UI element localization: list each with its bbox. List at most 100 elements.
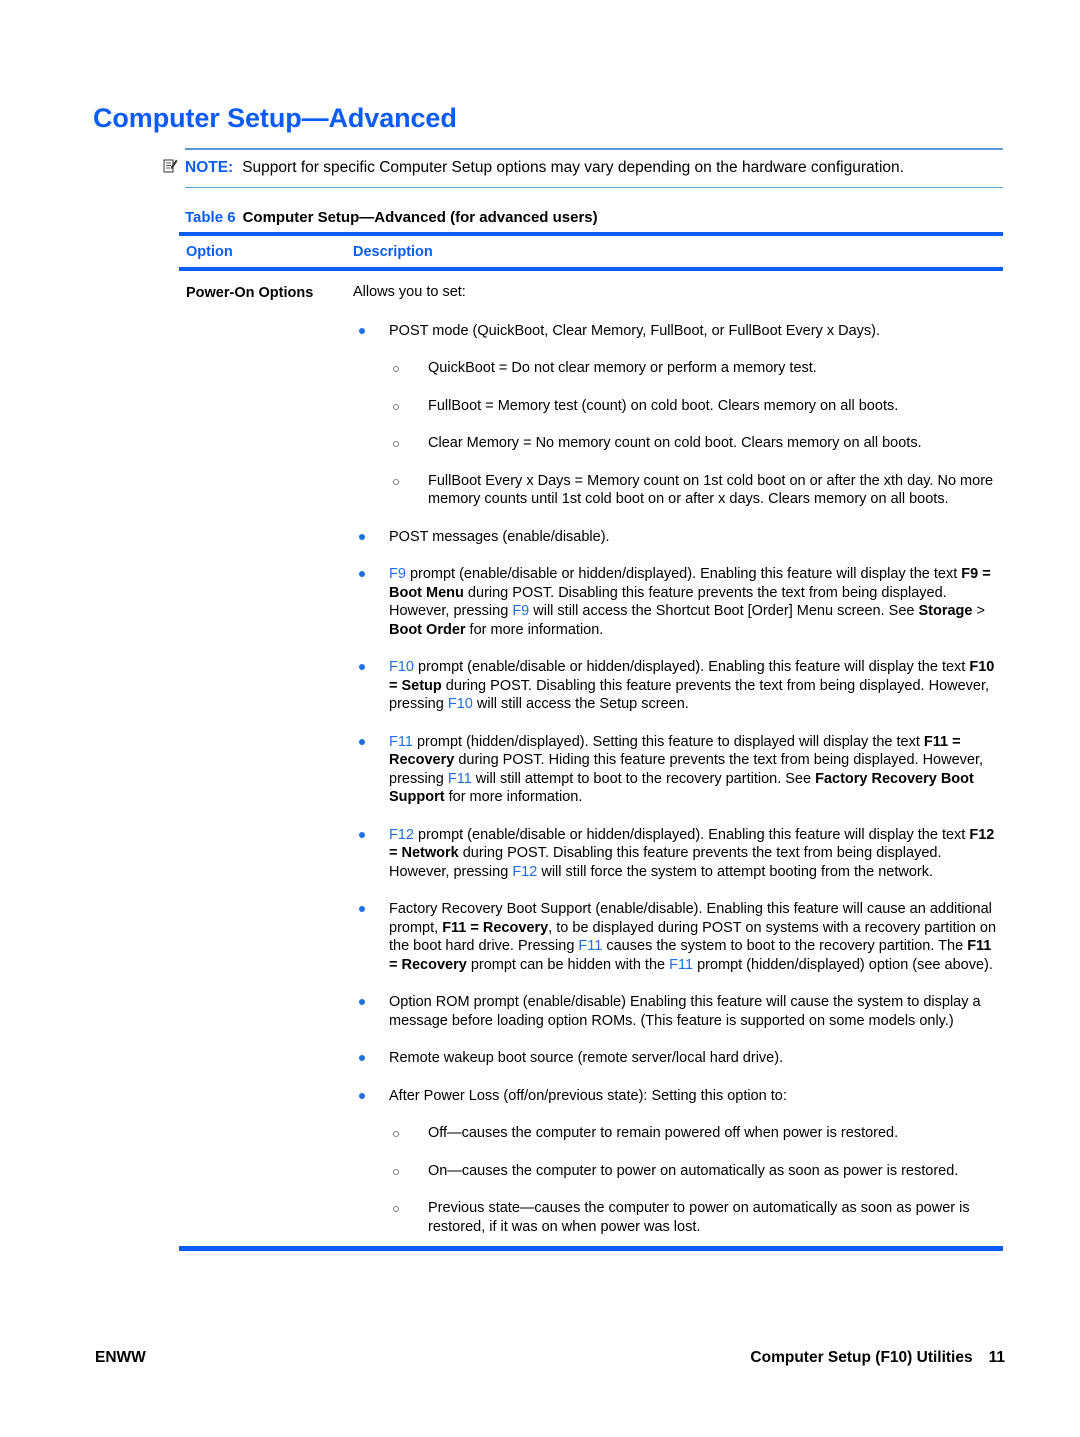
page-title: Computer Setup—Advanced	[93, 103, 457, 133]
bullet-item-f10-prompt: F10 prompt (enable/disable or hidden/dis…	[353, 658, 1003, 714]
bullet-item-factory-recovery-boot-support: Factory Recovery Boot Support (enable/di…	[353, 900, 1003, 974]
cross-reference-link[interactable]: F9	[389, 566, 406, 582]
bullet-disc-icon	[359, 831, 365, 838]
bullet-disc-icon	[359, 738, 365, 745]
sub-bullet-list: QuickBoot = Do not clear memory or perfo…	[389, 359, 1003, 509]
cross-reference-link[interactable]: F10	[389, 659, 414, 675]
bullet-ring-icon	[393, 366, 399, 372]
bullet-text: F10 prompt (enable/disable or hidden/dis…	[389, 659, 994, 712]
bullet-text: Remote wakeup boot source (remote server…	[389, 1050, 784, 1066]
cross-reference-link[interactable]: F9	[512, 603, 529, 619]
cross-reference-link[interactable]: F11	[669, 957, 693, 973]
bullet-text: After Power Loss (off/on/previous state)…	[389, 1087, 787, 1104]
footer-locale: ENWW	[95, 1349, 146, 1366]
cross-reference-link[interactable]: F11	[578, 938, 602, 954]
sub-bullet-text: FullBoot = Memory test (count) on cold b…	[428, 397, 899, 414]
footer-chapter-block: Computer Setup (F10) Utilities 11	[750, 1349, 1005, 1367]
emphasis-text: Boot Order	[389, 621, 466, 638]
settings-table: Option Description Power-On Options Allo…	[179, 232, 1003, 1251]
bullet-item-post-messages: POST messages (enable/disable).	[353, 528, 1003, 547]
body-text: will still access the Setup screen.	[472, 696, 689, 712]
bullet-text: POST messages (enable/disable).	[389, 528, 610, 545]
bullet-disc-icon	[359, 533, 365, 540]
body-text: prompt can be hidden with the	[466, 956, 670, 973]
bullet-text: F11 prompt (hidden/displayed). Setting t…	[389, 734, 983, 806]
note-bottom-rule	[185, 186, 1003, 188]
sub-bullet-text: On—causes the computer to power on autom…	[428, 1162, 959, 1179]
sub-bullet-item-fullboot: FullBoot = Memory test (count) on cold b…	[389, 397, 1003, 416]
table-header-description: Description	[353, 244, 433, 260]
table-header-option: Option	[186, 244, 233, 260]
bullet-disc-icon	[359, 327, 365, 334]
body-text: for more information.	[444, 789, 583, 805]
bullet-text: F12 prompt (enable/disable or hidden/dis…	[389, 827, 994, 880]
bullet-item-f12-prompt: F12 prompt (enable/disable or hidden/dis…	[353, 826, 1003, 882]
table-header-row: Option Description	[179, 236, 1003, 267]
cross-reference-link[interactable]: F11	[448, 771, 472, 787]
body-text: will still force the system to attempt b…	[537, 863, 933, 880]
sub-bullet-item-quickboot: QuickBoot = Do not clear memory or perfo…	[389, 359, 1003, 378]
sub-bullet-text: Off—causes the computer to remain powere…	[428, 1125, 899, 1141]
table-bottom-rule	[179, 1246, 1003, 1251]
bullet-disc-icon	[359, 906, 365, 912]
note-pencil-icon	[163, 158, 178, 174]
footer-page-number: 11	[988, 1349, 1005, 1366]
sub-bullet-item-power-loss-on: On—causes the computer to power on autom…	[389, 1162, 1003, 1181]
bullet-item-option-rom-prompt: Option ROM prompt (enable/disable) Enabl…	[353, 993, 1003, 1030]
body-text: prompt (enable/disable or hidden/display…	[405, 566, 962, 582]
bullet-disc-icon	[359, 999, 365, 1005]
sub-bullet-list: Off—causes the computer to remain powere…	[389, 1124, 1003, 1236]
cross-reference-link[interactable]: F10	[448, 696, 473, 712]
note-admonition: NOTE: Support for specific Computer Setup…	[163, 148, 1003, 188]
page-footer: ENWW Computer Setup (F10) Utilities 11	[0, 1349, 1080, 1373]
bullet-list: POST mode (QuickBoot, Clear Memory, Full…	[353, 322, 1003, 1237]
note-body: NOTE: Support for specific Computer Setup…	[163, 150, 1003, 187]
sub-bullet-text: Previous state—causes the computer to po…	[428, 1200, 970, 1235]
body-text: >	[972, 603, 985, 619]
body-text: prompt (hidden/displayed). Setting this …	[412, 733, 924, 750]
body-text: prompt (hidden/displayed) option (see ab…	[693, 956, 993, 973]
sub-bullet-item-power-loss-previous: Previous state—causes the computer to po…	[389, 1199, 1003, 1236]
sub-bullet-item-fullboot-every-x-days: FullBoot Every x Days = Memory count on …	[389, 472, 1003, 509]
bullet-ring-icon	[393, 403, 399, 410]
cross-reference-link[interactable]: F12	[389, 827, 414, 843]
document-page: Computer Setup—Advanced NOTE: Support for…	[0, 0, 1080, 1437]
bullet-ring-icon	[393, 478, 399, 485]
note-text: Support for specific Computer Setup opti…	[242, 158, 904, 176]
table-caption: Table 6 Computer Setup—Advanced (for adva…	[185, 209, 598, 226]
table-cell-option: Power-On Options	[186, 285, 314, 301]
bullet-text: POST mode (QuickBoot, Clear Memory, Full…	[389, 322, 881, 339]
bullet-item-post-mode: POST mode (QuickBoot, Clear Memory, Full…	[353, 322, 1003, 509]
bullet-ring-icon	[393, 1131, 399, 1137]
emphasis-text: Storage	[918, 603, 973, 619]
body-text: will still attempt to boot to the recove…	[471, 770, 816, 787]
sub-bullet-text: FullBoot Every x Days = Memory count on …	[428, 472, 994, 508]
cross-reference-link[interactable]: F12	[512, 864, 537, 880]
bullet-disc-icon	[359, 571, 365, 577]
table-caption-title: Computer Setup—Advanced (for advanced us…	[242, 209, 598, 226]
cross-reference-link[interactable]: F11	[389, 734, 413, 750]
bullet-disc-icon	[359, 1055, 365, 1061]
table-cell-description: Allows you to set: POST mode (QuickBoot,…	[353, 283, 1003, 1236]
sub-bullet-text: QuickBoot = Do not clear memory or perfo…	[428, 360, 817, 376]
bullet-ring-icon	[393, 1206, 399, 1212]
body-text: prompt (enable/disable or hidden/display…	[414, 659, 970, 675]
bullet-item-f11-prompt: F11 prompt (hidden/displayed). Setting t…	[353, 733, 1003, 807]
body-text: prompt (enable/disable or hidden/display…	[414, 826, 970, 843]
bullet-text: F9 prompt (enable/disable or hidden/disp…	[389, 566, 991, 638]
footer-chapter-title: Computer Setup (F10) Utilities	[750, 1349, 973, 1366]
description-lead: Allows you to set:	[353, 284, 466, 300]
body-text: will still access the Shortcut Boot [Ord…	[529, 603, 919, 619]
sub-bullet-item-power-loss-off: Off—causes the computer to remain powere…	[389, 1124, 1003, 1143]
bullet-item-f9-prompt: F9 prompt (enable/disable or hidden/disp…	[353, 565, 1003, 639]
table-row: Power-On Options Allows you to set: POST…	[179, 271, 1003, 1246]
bullet-ring-icon	[393, 1168, 399, 1175]
bullet-disc-icon	[359, 664, 365, 670]
table-caption-number: Table 6	[185, 209, 236, 226]
emphasis-text: F11 = Recovery	[442, 919, 549, 936]
body-text: for more information.	[465, 621, 604, 638]
sub-bullet-text: Clear Memory = No memory count on cold b…	[428, 435, 922, 451]
bullet-item-remote-wakeup-boot-source: Remote wakeup boot source (remote server…	[353, 1049, 1003, 1068]
bullet-text: Option ROM prompt (enable/disable) Enabl…	[389, 994, 981, 1029]
bullet-item-after-power-loss: After Power Loss (off/on/previous state)…	[353, 1087, 1003, 1237]
